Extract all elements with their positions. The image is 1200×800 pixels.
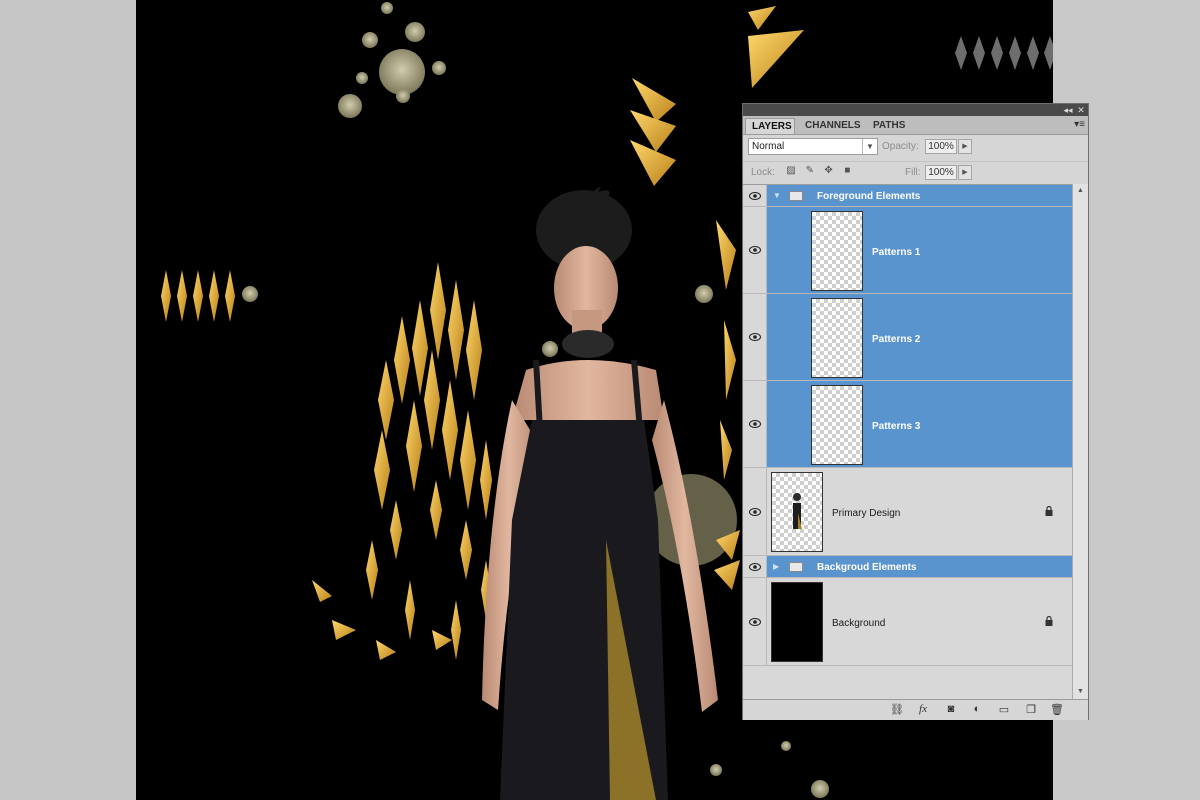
tab-channels[interactable]: CHANNELS [799, 118, 865, 134]
layer-thumbnail [811, 385, 863, 465]
fill-slider-button[interactable]: ▶ [958, 165, 972, 180]
layer-name: Patterns 1 [872, 247, 921, 258]
blend-mode-select[interactable]: Normal ▼ [748, 138, 878, 155]
panel-tabs: LAYERS CHANNELS PATHS ▾≡ [743, 116, 1088, 135]
panel-menu-icon[interactable]: ▾≡ [1074, 119, 1085, 130]
layer-name: Patterns 3 [872, 421, 921, 432]
visibility-toggle[interactable] [743, 556, 767, 577]
grey-diamonds [955, 36, 1053, 70]
layer-primary-design[interactable]: Primary Design [743, 468, 1072, 556]
folder-icon[interactable]: ▭ [996, 703, 1012, 716]
fill-label: Fill: [905, 167, 921, 178]
layer-group-background-elements[interactable]: ▶ Backgroud Elements [743, 556, 1072, 578]
fill-input[interactable]: 100% [925, 165, 957, 180]
model-thumbnail [793, 493, 802, 529]
eye-icon [749, 333, 761, 341]
folder-icon [789, 191, 803, 201]
eye-icon [749, 420, 761, 428]
group-expand-icon[interactable]: ▼ [773, 191, 781, 200]
adjustment-icon[interactable]: ◐ [969, 703, 985, 715]
layer-patterns-1[interactable]: Patterns 1 [743, 207, 1072, 294]
lock-move-icon[interactable]: ✥ [821, 165, 837, 176]
lock-label: Lock: [751, 167, 775, 178]
layer-patterns-2[interactable]: Patterns 2 [743, 294, 1072, 381]
lock-icon [1045, 506, 1053, 516]
eye-icon [749, 563, 761, 571]
lock-brush-icon[interactable]: ✎ [802, 165, 818, 176]
layer-thumbnail [811, 211, 863, 291]
tab-layers[interactable]: LAYERS [745, 118, 795, 134]
collapse-icon[interactable]: ◂◂ [1062, 104, 1074, 116]
layer-thumbnail [771, 472, 823, 552]
workspace-background-left [0, 0, 136, 800]
layers-scrollbar[interactable]: ▲ ▼ [1072, 184, 1088, 699]
trash-icon[interactable]: 🗑 [1049, 703, 1065, 716]
link-icon[interactable]: ⛓ [889, 703, 905, 716]
visibility-toggle[interactable] [743, 381, 767, 467]
new-layer-icon[interactable]: ❐ [1023, 703, 1039, 716]
eye-icon [749, 246, 761, 254]
lock-transparent-icon[interactable]: ▨ [783, 165, 799, 176]
layer-group-foreground[interactable]: ▼ Foreground Elements [743, 185, 1072, 207]
fx-icon[interactable]: fx [915, 703, 931, 715]
blend-mode-value: Normal [752, 141, 785, 152]
model-figure [482, 186, 718, 800]
chevron-down-icon: ▼ [862, 139, 877, 154]
layer-thumbnail [771, 582, 823, 662]
tab-paths[interactable]: PATHS [867, 118, 913, 134]
mask-icon[interactable]: ◙ [943, 703, 959, 715]
opacity-label: Opacity: [882, 141, 919, 152]
lock-icons: ▨ ✎ ✥ ■ [783, 165, 855, 176]
visibility-toggle[interactable] [743, 468, 767, 555]
scroll-up-icon[interactable]: ▲ [1073, 184, 1088, 198]
layer-background[interactable]: Background [743, 578, 1072, 666]
panel-footer: ⛓ fx ◙ ◐ ▭ ❐ 🗑 [743, 699, 1088, 720]
left-diamonds [161, 270, 235, 322]
lock-all-icon[interactable]: ■ [839, 165, 855, 176]
lock-icon [1045, 616, 1053, 626]
close-icon[interactable]: ✕ [1075, 104, 1087, 116]
layer-name: Primary Design [832, 508, 901, 519]
layers-list[interactable]: ▼ Foreground Elements Patterns 1 Pattern… [743, 184, 1072, 700]
layer-name: Patterns 2 [872, 334, 921, 345]
visibility-toggle[interactable] [743, 294, 767, 380]
opacity-slider-button[interactable]: ▶ [958, 139, 972, 154]
visibility-toggle[interactable] [743, 207, 767, 293]
layer-name: Background [832, 618, 886, 629]
opacity-input[interactable]: 100% [925, 139, 957, 154]
folder-icon [789, 562, 803, 572]
visibility-toggle[interactable] [743, 185, 767, 206]
scroll-down-icon[interactable]: ▼ [1073, 685, 1088, 699]
group-expand-icon[interactable]: ▶ [773, 562, 779, 571]
panel-titlebar[interactable]: ◂◂ ✕ [743, 104, 1088, 116]
visibility-toggle[interactable] [743, 578, 767, 665]
layers-panel[interactable]: ◂◂ ✕ LAYERS CHANNELS PATHS ▾≡ Normal ▼ O… [742, 103, 1089, 720]
eye-icon [749, 618, 761, 626]
layer-name: Foreground Elements [817, 191, 921, 202]
layer-name: Backgroud Elements [817, 562, 917, 573]
layer-patterns-3[interactable]: Patterns 3 [743, 381, 1072, 468]
lock-row: Lock: ▨ ✎ ✥ ■ Fill: 100% ▶ [743, 161, 1088, 184]
eye-icon [749, 192, 761, 200]
eye-icon [749, 508, 761, 516]
blend-row: Normal ▼ Opacity: 100% ▶ [743, 136, 1088, 158]
layer-thumbnail [811, 298, 863, 378]
